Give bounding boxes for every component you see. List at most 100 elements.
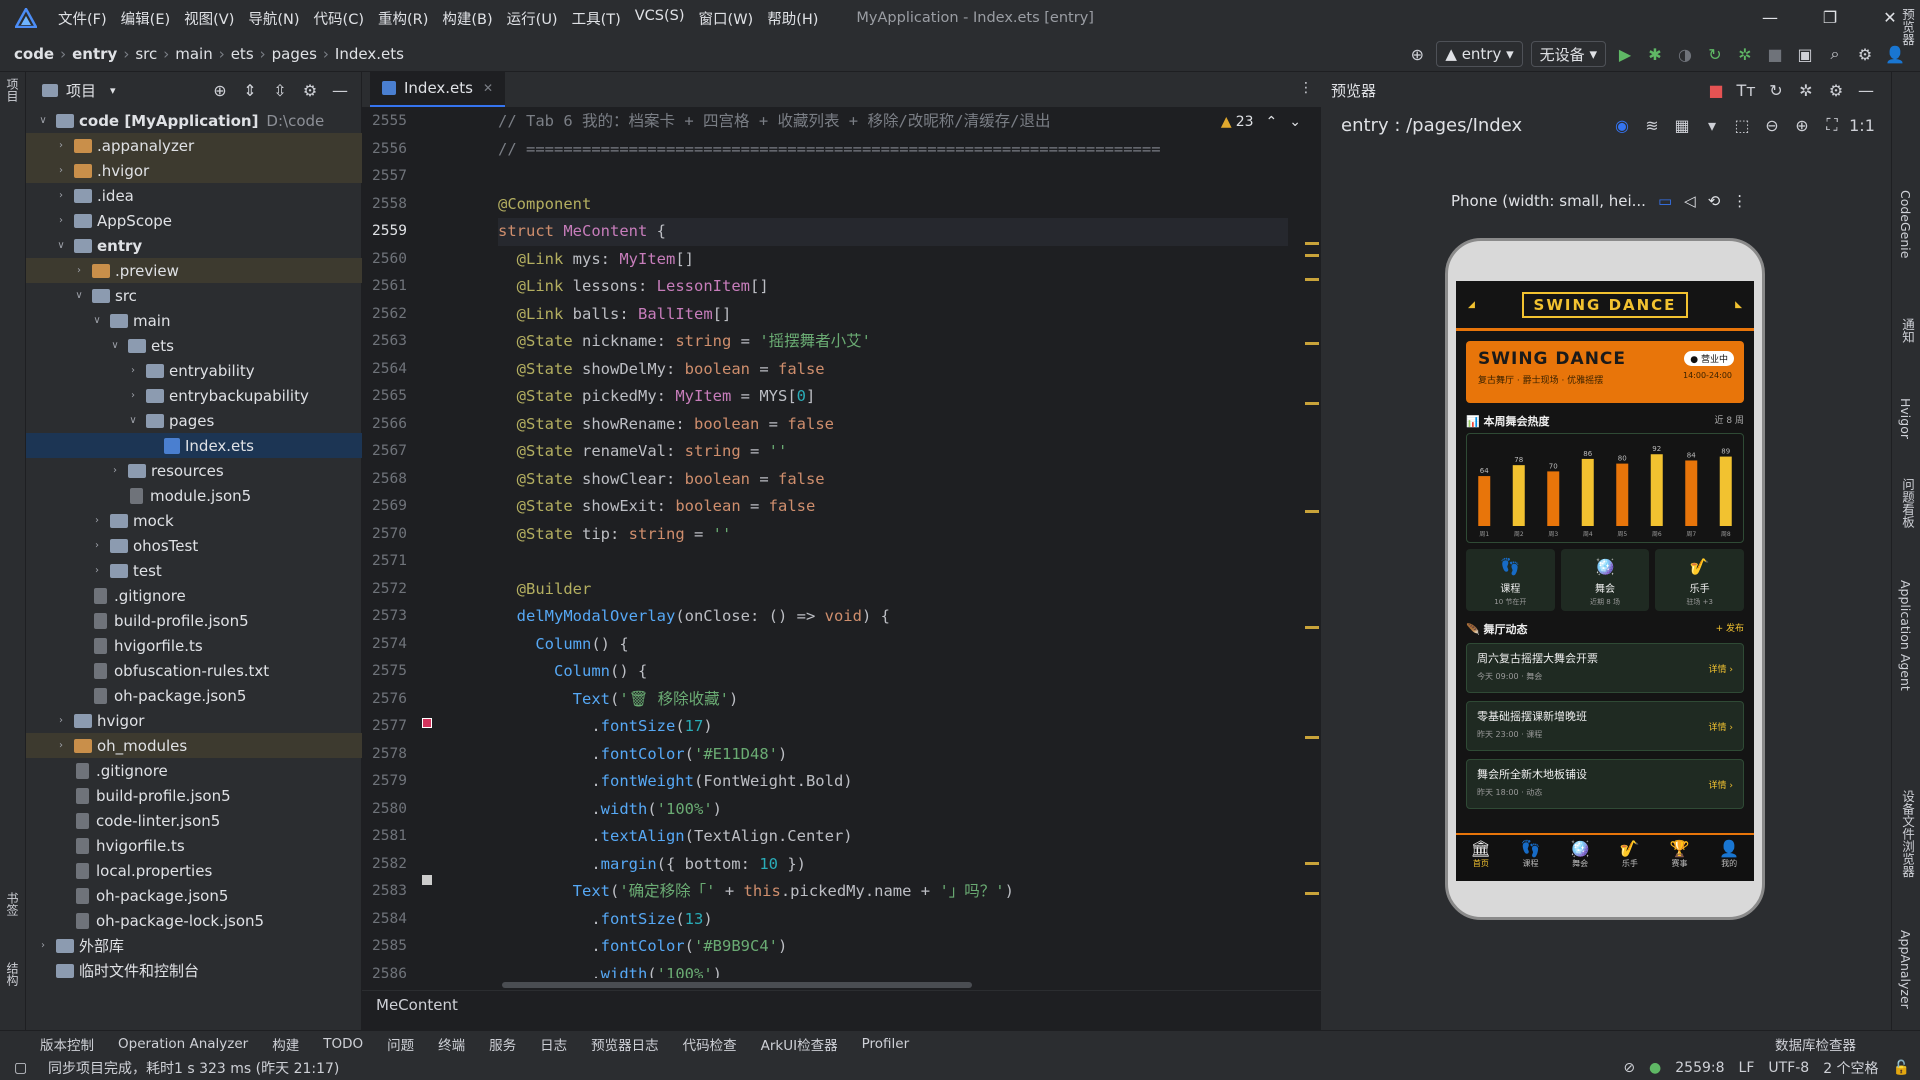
file-encoding[interactable]: UTF-8 bbox=[1768, 1060, 1809, 1076]
expanded-chevron-icon[interactable]: ∨ bbox=[126, 415, 140, 426]
post-news-button[interactable]: + 发布 bbox=[1716, 621, 1744, 637]
line-ending[interactable]: LF bbox=[1739, 1060, 1755, 1076]
right-tool-button[interactable]: CodeGenie bbox=[1898, 190, 1913, 258]
tree-item[interactable]: › .hvigor bbox=[26, 158, 362, 183]
hide-panel-icon[interactable]: — bbox=[1851, 76, 1881, 104]
nav-item[interactable]: 🏛 首页 bbox=[1456, 835, 1506, 881]
nav-item[interactable]: 🏆 赛事 bbox=[1655, 835, 1705, 881]
collapsed-chevron-icon[interactable]: › bbox=[72, 265, 86, 276]
code-line[interactable]: .width('100%') bbox=[498, 961, 1288, 979]
code-content[interactable]: // Tab 6 我的：档案卡 + 四宫格 + 收藏列表 + 移除/改昵称/清缓… bbox=[498, 108, 1288, 978]
tree-item[interactable]: ∨ main bbox=[26, 308, 362, 333]
tree-item[interactable]: › ohosTest bbox=[26, 533, 362, 558]
news-item[interactable]: 周六复古摇摆大舞会开票 今天 09:00 · 舞会 详情 › bbox=[1466, 643, 1744, 693]
tree-item[interactable]: ∨ code [MyApplication] D:\code bbox=[26, 108, 362, 133]
menu-item[interactable]: 编辑(E) bbox=[121, 8, 170, 29]
layers-icon[interactable]: ≋ bbox=[1637, 111, 1667, 139]
breadcrumb-item[interactable]: pages bbox=[272, 45, 317, 63]
code-line[interactable]: delMyModalOverlay(onClose: () => void) { bbox=[498, 603, 1288, 631]
venue-card[interactable]: SWING DANCE 复古舞厅 · 爵士现场 · 优雅摇摆 ● 营业中 14:… bbox=[1466, 341, 1744, 403]
device-profile-label[interactable]: Phone (width: small, hei... bbox=[1451, 192, 1646, 210]
expanded-chevron-icon[interactable]: ∨ bbox=[36, 115, 50, 126]
code-line[interactable] bbox=[498, 163, 1288, 191]
stop-icon[interactable]: ■ bbox=[1760, 40, 1790, 68]
right-tool-button[interactable]: 问题看板 bbox=[1898, 478, 1917, 528]
collapsed-chevron-icon[interactable]: › bbox=[90, 540, 104, 551]
project-panel-title[interactable]: 项目 bbox=[66, 80, 96, 101]
search-icon[interactable]: ⌕ bbox=[1820, 40, 1850, 68]
zoom-in-icon[interactable]: ⊕ bbox=[1787, 111, 1817, 139]
bottom-tool-button[interactable]: 日志 bbox=[540, 1034, 567, 1054]
font-size-icon[interactable]: Tт bbox=[1731, 76, 1761, 104]
phone-screen[interactable]: ◢ SWING DANCE ◣ SWING DANCE 复古舞厅 · 爵士现场 … bbox=[1456, 281, 1754, 881]
lock-icon[interactable]: 🔓 bbox=[1893, 1060, 1910, 1076]
attach-icon[interactable]: ◑ bbox=[1670, 40, 1700, 68]
code-line[interactable]: @State nickname: string = '摇摆舞者小艾' bbox=[498, 328, 1288, 356]
menu-item[interactable]: 视图(V) bbox=[184, 8, 234, 29]
grid-icon[interactable]: ▦ bbox=[1667, 111, 1697, 139]
tree-item[interactable]: ∨ pages bbox=[26, 408, 362, 433]
bottom-tool-button[interactable]: ArkUI检查器 bbox=[761, 1034, 838, 1054]
rotate-icon[interactable]: ⟲ bbox=[1708, 192, 1721, 210]
bottom-tool-button[interactable]: 服务 bbox=[489, 1034, 516, 1054]
chevron-down-icon[interactable]: ▾ bbox=[1697, 111, 1727, 139]
tree-item[interactable]: build-profile.json5 bbox=[26, 608, 362, 633]
code-line[interactable]: .fontColor('#B9B9C4') bbox=[498, 933, 1288, 961]
more-icon[interactable]: ⋮ bbox=[1732, 192, 1747, 210]
nav-item[interactable]: 👣 课程 bbox=[1506, 835, 1556, 881]
code-line[interactable]: @State renameVal: string = '' bbox=[498, 438, 1288, 466]
code-line[interactable]: @Component bbox=[498, 191, 1288, 219]
tree-item[interactable]: build-profile.json5 bbox=[26, 783, 362, 808]
bottom-tool-button[interactable]: TODO bbox=[323, 1036, 363, 1052]
collapsed-chevron-icon[interactable]: › bbox=[126, 365, 140, 376]
breadcrumb-item[interactable]: entry bbox=[72, 45, 117, 63]
tree-item[interactable]: › entryability bbox=[26, 358, 362, 383]
collapsed-chevron-icon[interactable]: › bbox=[54, 215, 68, 226]
collapsed-chevron-icon[interactable]: › bbox=[90, 515, 104, 526]
tab-index-ets[interactable]: Index.ets ✕ bbox=[370, 71, 506, 107]
tree-item[interactable]: ∨ entry bbox=[26, 233, 362, 258]
right-tool-button[interactable]: 设备文件浏览器 bbox=[1898, 790, 1917, 878]
bottom-tool-button[interactable]: 终端 bbox=[438, 1034, 465, 1054]
bottom-tool-button[interactable]: 构建 bbox=[272, 1034, 299, 1054]
expanded-chevron-icon[interactable]: ∨ bbox=[108, 340, 122, 351]
code-line[interactable]: .fontSize(13) bbox=[498, 906, 1288, 934]
menu-item[interactable]: 窗口(W) bbox=[699, 8, 754, 29]
indent-setting[interactable]: 2 个空格 bbox=[1823, 1058, 1878, 1078]
news-detail-link[interactable]: 详情 › bbox=[1709, 720, 1733, 733]
code-line[interactable]: Column() { bbox=[498, 658, 1288, 686]
code-line[interactable] bbox=[498, 548, 1288, 576]
bookmark-marker[interactable] bbox=[422, 875, 432, 885]
inspector-icon[interactable]: ✲ bbox=[1791, 76, 1821, 104]
menu-item[interactable]: VCS(S) bbox=[635, 8, 685, 29]
nav-item[interactable]: 🪩 舞会 bbox=[1555, 835, 1605, 881]
menu-item[interactable]: 文件(F) bbox=[58, 8, 107, 29]
expanded-chevron-icon[interactable]: ∨ bbox=[72, 290, 86, 301]
collapsed-chevron-icon[interactable]: › bbox=[36, 940, 50, 951]
code-line[interactable]: .fontWeight(FontWeight.Bold) bbox=[498, 768, 1288, 796]
fit-icon[interactable]: ⛶ bbox=[1817, 111, 1847, 139]
breadcrumb-item[interactable]: Index.ets bbox=[335, 45, 404, 63]
reload-icon[interactable]: ↻ bbox=[1700, 40, 1730, 68]
tree-item[interactable]: ∨ src bbox=[26, 283, 362, 308]
collapsed-chevron-icon[interactable]: › bbox=[54, 715, 68, 726]
bottom-tool-button[interactable]: 预览器日志 bbox=[591, 1034, 659, 1054]
collapsed-chevron-icon[interactable]: › bbox=[54, 165, 68, 176]
power-save-icon[interactable]: ⊘ bbox=[1623, 1060, 1635, 1076]
debug-icon[interactable]: ✱ bbox=[1640, 40, 1670, 68]
maximize-icon[interactable]: ❐ bbox=[1800, 0, 1860, 36]
feature-card[interactable]: 🎷 乐手 驻场 +3 bbox=[1655, 549, 1745, 611]
eye-icon[interactable]: ◉ bbox=[1607, 111, 1637, 139]
code-line[interactable]: @State showClear: boolean = false bbox=[498, 466, 1288, 494]
breadcrumb-item[interactable]: src bbox=[135, 45, 157, 63]
tree-item[interactable]: .gitignore bbox=[26, 758, 362, 783]
feature-card[interactable]: 🪩 舞会 近期 8 场 bbox=[1560, 549, 1650, 611]
tree-item[interactable]: .gitignore bbox=[26, 583, 362, 608]
bookmarks-tool-button[interactable]: 书签 bbox=[4, 892, 21, 916]
collapsed-chevron-icon[interactable]: › bbox=[108, 465, 122, 476]
right-tool-button[interactable]: 通知 bbox=[1898, 318, 1917, 343]
right-tool-button[interactable]: AppAnalyzer bbox=[1898, 930, 1913, 1009]
breadcrumb-item[interactable]: code bbox=[14, 45, 54, 63]
refresh-icon[interactable]: ↻ bbox=[1761, 76, 1791, 104]
code-line[interactable]: .width('100%') bbox=[498, 796, 1288, 824]
